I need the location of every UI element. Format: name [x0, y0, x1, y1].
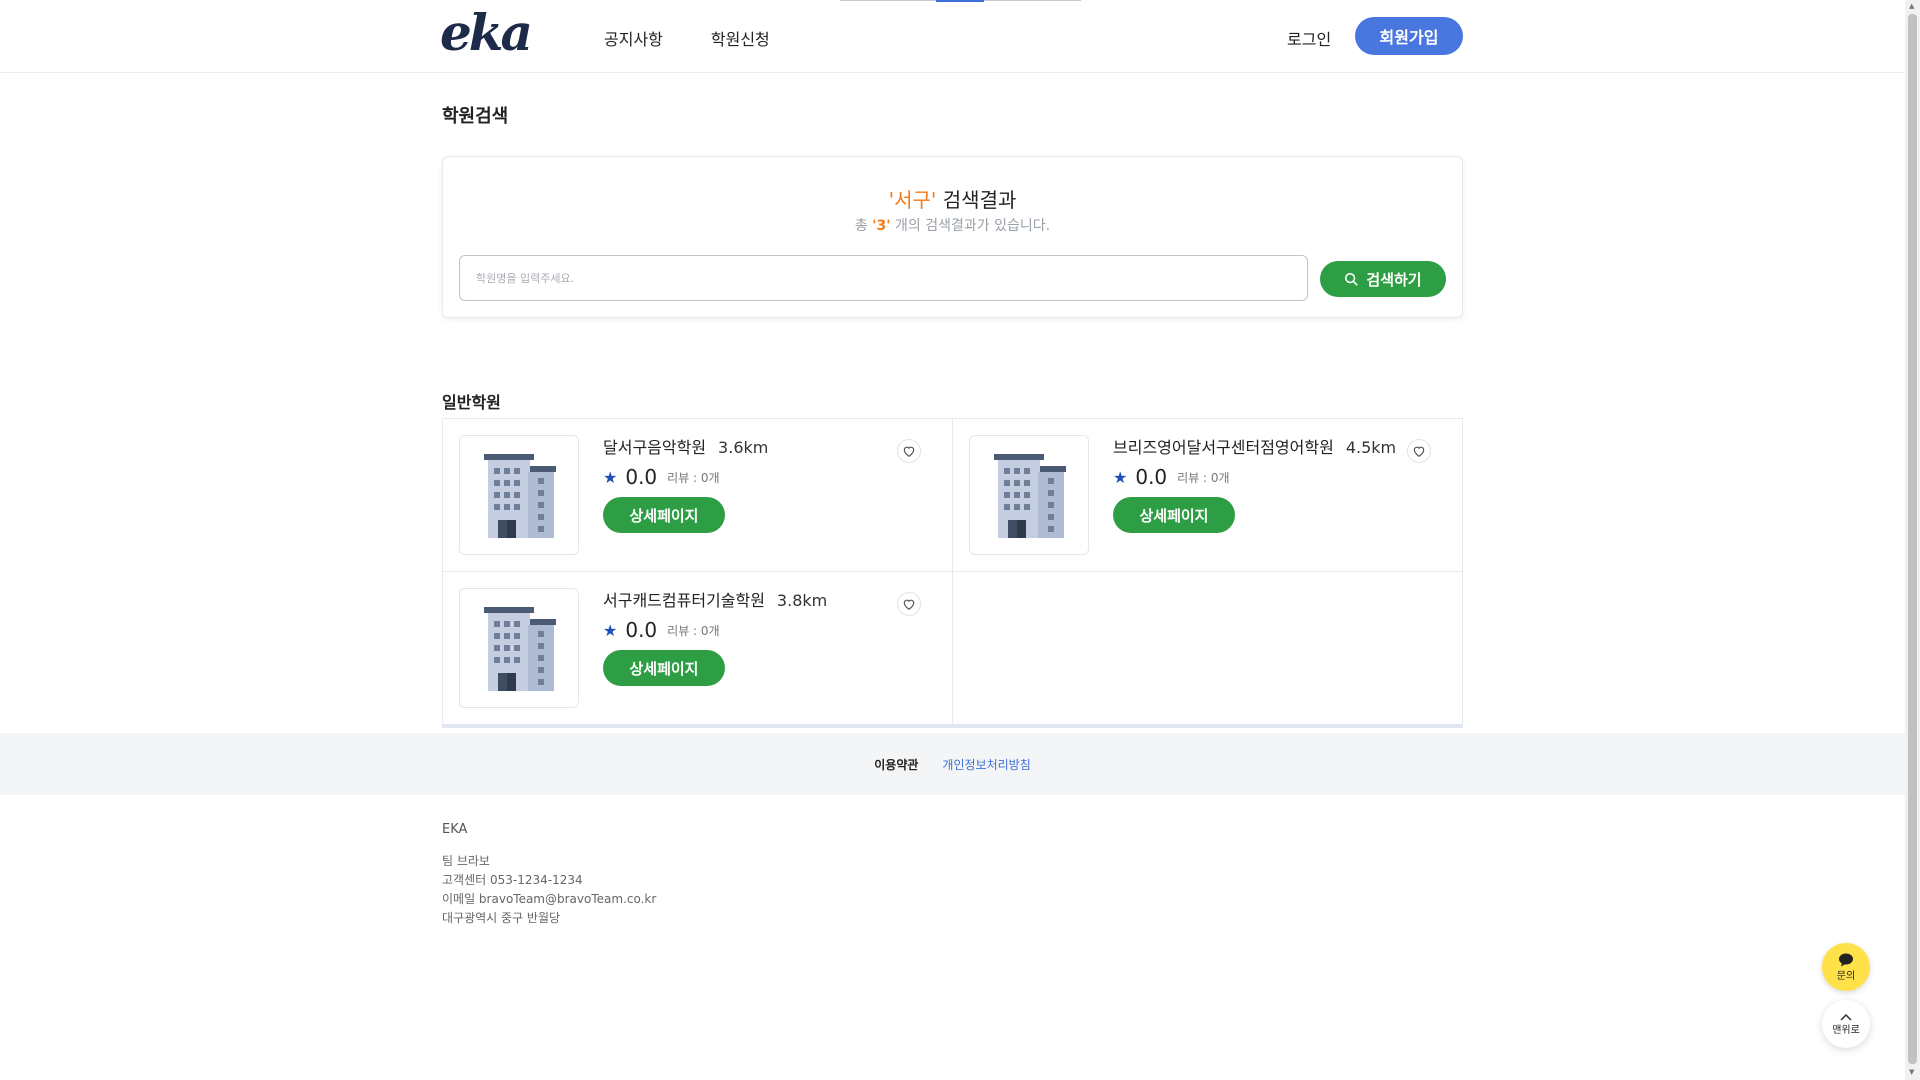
academy-thumbnail — [459, 588, 579, 708]
top-indicator — [840, 0, 1081, 2]
footer-team: 팀 브라보 — [442, 854, 490, 868]
review-count: 리뷰 : 0개 — [667, 623, 720, 638]
result-sub-suffix: 개의 검색결과가 있습니다. — [890, 218, 1051, 234]
academy-card: 서구캐드컴퓨터기술학원 3.8km ★ 0.0 리뷰 : 0개 상세페이지 — [443, 572, 953, 725]
inquiry-button[interactable]: 문의 — [1822, 943, 1870, 991]
academy-name-row: 서구캐드컴퓨터기술학원 3.8km — [603, 587, 827, 611]
rating-score: 0.0 — [625, 465, 658, 489]
academy-thumbnail — [459, 435, 579, 555]
result-title-suffix: 검색결과 — [936, 188, 1017, 212]
academy-name[interactable]: 브리즈영어달서구센터점영어학원 — [1113, 434, 1334, 458]
star-icon: ★ — [603, 620, 618, 640]
building-icon — [484, 454, 556, 538]
academy-card: 브리즈영어달서구센터점영어학원 4.5km ★ 0.0 리뷰 : 0개 상세페이… — [953, 419, 1463, 572]
academy-name-row: 달서구음악학원 3.6km — [603, 434, 768, 458]
search-keyword: '서구' — [888, 188, 937, 212]
building-icon — [994, 454, 1066, 538]
academy-name[interactable]: 달서구음악학원 — [603, 434, 706, 458]
star-icon: ★ — [603, 467, 618, 487]
search-input[interactable] — [459, 255, 1308, 301]
result-count: '3' — [872, 218, 891, 234]
top-indicator-active — [936, 0, 984, 2]
result-title: '서구' 검색결과 — [443, 184, 1462, 213]
scroll-up-arrow-icon[interactable]: ▲ — [1909, 2, 1914, 10]
review-count: 리뷰 : 0개 — [667, 470, 720, 485]
search-icon — [1345, 272, 1358, 286]
building-icon — [484, 607, 556, 691]
detail-page-button[interactable]: 상세페이지 — [603, 650, 725, 686]
nav-academy-apply[interactable]: 학원신청 — [711, 26, 770, 50]
chat-bubble-icon — [1839, 953, 1853, 966]
academy-distance: 4.5km — [1345, 438, 1397, 457]
detail-page-button[interactable]: 상세페이지 — [603, 497, 725, 533]
scrollbar-thumb[interactable] — [1908, 14, 1917, 1064]
search-button[interactable]: 검색하기 — [1320, 261, 1446, 297]
nav-notice[interactable]: 공지사항 — [604, 26, 663, 50]
header: eka 공지사항 학원신청 로그인 회원가입 — [0, 0, 1905, 73]
rating-row: ★ 0.0 리뷰 : 0개 — [1113, 465, 1230, 489]
review-count: 리뷰 : 0개 — [1177, 470, 1230, 485]
rating-score: 0.0 — [1135, 465, 1168, 489]
rating-row: ★ 0.0 리뷰 : 0개 — [603, 618, 720, 642]
academy-grid: 달서구음악학원 3.6km ★ 0.0 리뷰 : 0개 상세페이지 브리즈영어달… — [442, 418, 1463, 728]
favorite-button[interactable] — [897, 592, 921, 616]
page-scrollbar[interactable]: ▲ ▼ — [1905, 0, 1920, 1080]
detail-page-button[interactable]: 상세페이지 — [1113, 497, 1235, 533]
terms-link[interactable]: 이용약관 — [874, 756, 918, 773]
footer-links: 이용약관 개인정보처리방침 — [0, 733, 1905, 795]
rating-row: ★ 0.0 리뷰 : 0개 — [603, 465, 720, 489]
academy-name[interactable]: 서구캐드컴퓨터기술학원 — [603, 587, 765, 611]
heart-icon — [1413, 446, 1425, 457]
scroll-top-label: 맨위로 — [1832, 1024, 1860, 1036]
rating-score: 0.0 — [625, 618, 658, 642]
signup-button[interactable]: 회원가입 — [1355, 17, 1463, 55]
search-card: '서구' 검색결과 총 '3' 개의 검색결과가 있습니다. 검색하기 — [442, 156, 1463, 318]
footer-brand: EKA — [442, 822, 468, 837]
result-sub-prefix: 총 — [854, 218, 873, 234]
login-link[interactable]: 로그인 — [1287, 26, 1331, 50]
logo[interactable]: eka — [440, 8, 533, 58]
scroll-down-arrow-icon[interactable]: ▼ — [1909, 1068, 1914, 1076]
footer-phone: 고객센터 053-1234-1234 — [442, 873, 583, 887]
page-title: 학원검색 — [442, 106, 509, 127]
chevron-up-icon — [1840, 1013, 1852, 1021]
scroll-top-button[interactable]: 맨위로 — [1822, 1000, 1870, 1048]
main-nav: 공지사항 학원신청 — [604, 26, 770, 50]
academy-distance: 3.8km — [776, 591, 828, 610]
footer-address: 대구광역시 중구 반월당 — [442, 911, 561, 925]
privacy-link[interactable]: 개인정보처리방침 — [942, 756, 1030, 773]
academy-distance: 3.6km — [718, 438, 769, 457]
result-count-text: 총 '3' 개의 검색결과가 있습니다. — [443, 215, 1462, 235]
favorite-button[interactable] — [1407, 439, 1431, 463]
academy-card: 달서구음악학원 3.6km ★ 0.0 리뷰 : 0개 상세페이지 — [443, 419, 953, 572]
heart-icon — [903, 599, 915, 610]
inquiry-label: 문의 — [1836, 970, 1856, 982]
footer-info: EKA 팀 브라보 고객센터 053-1234-1234 이메일 bravoTe… — [442, 820, 656, 928]
footer-email: 이메일 bravoTeam@bravoTeam.co.kr — [442, 892, 657, 906]
star-icon: ★ — [1113, 467, 1128, 487]
academy-name-row: 브리즈영어달서구센터점영어학원 4.5km — [1113, 434, 1396, 458]
search-button-label: 검색하기 — [1366, 271, 1422, 289]
favorite-button[interactable] — [897, 439, 921, 463]
section-title: 일반학원 — [442, 393, 501, 412]
academy-thumbnail — [969, 435, 1089, 555]
heart-icon — [903, 446, 915, 457]
